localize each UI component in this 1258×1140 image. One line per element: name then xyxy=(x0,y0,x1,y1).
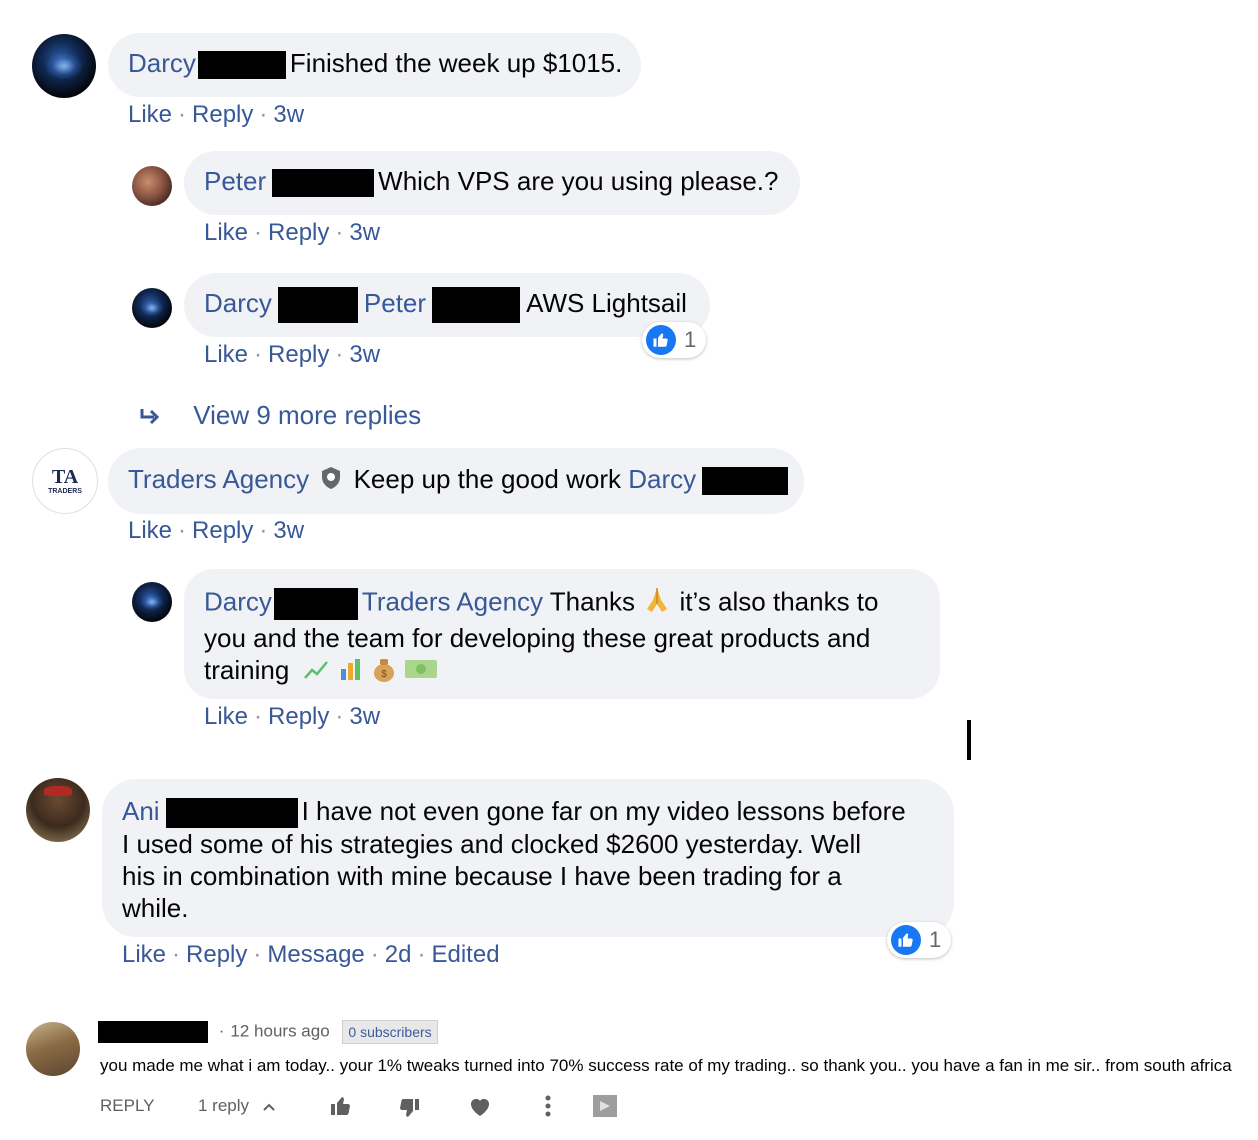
redacted-name xyxy=(197,51,286,80)
comment-author[interactable]: Peter xyxy=(204,166,266,196)
comment-text: I have not even gone far on my video les… xyxy=(301,796,906,826)
comment-actions: Like · Reply · Message · 2d · Edited xyxy=(122,941,500,968)
redacted-name xyxy=(432,287,521,324)
comment-bubble: Traders Agency Keep up the good work Dar… xyxy=(108,448,804,514)
comment-author[interactable]: Traders Agency xyxy=(128,464,309,494)
timestamp[interactable]: 3w xyxy=(349,219,380,246)
timestamp[interactable]: 3w xyxy=(349,703,380,730)
mention-link[interactable]: Darcy xyxy=(628,464,696,494)
comment-text: Keep up the good work xyxy=(353,464,622,494)
replies-toggle[interactable]: 1 reply xyxy=(198,1096,276,1117)
redacted-name xyxy=(98,1021,208,1043)
reply-link[interactable]: Reply xyxy=(268,703,329,730)
comment-text: training xyxy=(204,655,290,685)
avatar[interactable] xyxy=(132,288,172,328)
comment-author[interactable]: Darcy xyxy=(204,586,272,616)
redacted-name xyxy=(165,798,298,829)
thumbs-up-icon xyxy=(646,325,676,355)
reaction-count[interactable]: 1 xyxy=(887,922,951,958)
comment-bubble: Darcy Traders Agency Thanks it’s also tha… xyxy=(184,569,940,699)
reply-link[interactable]: Reply xyxy=(192,101,253,128)
text-cursor xyxy=(967,720,971,760)
like-link[interactable]: Like xyxy=(204,703,248,730)
reply-link[interactable]: Reply xyxy=(268,219,329,246)
reply-link[interactable]: Reply xyxy=(268,341,329,368)
chart-increasing-icon xyxy=(303,656,331,689)
more-vert-icon[interactable] xyxy=(544,1094,552,1123)
mention-link[interactable]: Traders Agency xyxy=(362,586,543,616)
comment-text: Which VPS are you using please.? xyxy=(378,166,779,196)
bar-chart-icon xyxy=(338,656,364,689)
thumbs-down-icon[interactable] xyxy=(396,1096,422,1125)
comment-text: Thanks xyxy=(549,586,636,617)
avatar[interactable] xyxy=(32,34,96,98)
edited-label[interactable]: Edited xyxy=(431,941,499,968)
comment-author[interactable]: Darcy xyxy=(204,288,272,318)
reaction-count[interactable]: 1 xyxy=(642,322,706,358)
comment-text: while. xyxy=(122,893,189,924)
comment-text: you and the team for developing these gr… xyxy=(204,623,871,653)
comment-bubble: Darcy Finished the week up $1015. xyxy=(108,33,641,97)
comment-bubble: Ani I have not even gone far on my video … xyxy=(102,779,954,937)
timestamp[interactable]: 3w xyxy=(273,517,304,544)
comment-text: I used some of his strategies and clocke… xyxy=(122,829,861,860)
timestamp[interactable]: 2d xyxy=(385,941,412,968)
video-thumbnail-icon[interactable] xyxy=(592,1094,618,1123)
yt-comment-text: you made me what i am today.. your 1% tw… xyxy=(100,1056,1232,1075)
comment-author[interactable]: Darcy xyxy=(128,48,196,78)
avatar[interactable] xyxy=(132,582,172,622)
reply-link[interactable]: Reply xyxy=(186,941,247,968)
like-link[interactable]: Like xyxy=(128,101,172,128)
comment-actions: Like · Reply · 3w xyxy=(204,341,381,368)
comment-actions: Like · Reply · 3w xyxy=(128,517,305,544)
svg-text:TRADERS: TRADERS xyxy=(48,488,82,495)
redacted-name xyxy=(273,587,358,620)
comment-bubble: Darcy Peter AWS Lightsail xyxy=(184,273,710,337)
comment-text: his in combination with mine because I h… xyxy=(122,861,842,892)
view-more-replies[interactable]: View 9 more replies xyxy=(138,400,421,433)
redacted-name xyxy=(272,169,375,198)
avatar[interactable] xyxy=(26,1022,80,1076)
comment-text: Finished the week up $1015. xyxy=(289,48,623,78)
like-link[interactable]: Like xyxy=(204,219,248,246)
reply-arrow-icon xyxy=(138,402,168,433)
heart-icon[interactable] xyxy=(468,1096,492,1123)
view-more-label[interactable]: View 9 more replies xyxy=(193,400,421,430)
svg-text:TA: TA xyxy=(52,466,79,488)
comment-actions: Like · Reply · 3w xyxy=(204,703,381,730)
comment-bubble: Peter Which VPS are you using please.? xyxy=(184,151,800,215)
like-link[interactable]: Like xyxy=(204,341,248,368)
shield-icon xyxy=(320,465,342,497)
subscriber-badge: 0 subscribers xyxy=(342,1020,438,1044)
comment-actions: Like · Reply · 3w xyxy=(204,219,381,246)
comment-actions: Like · Reply · 3w xyxy=(128,101,305,128)
thumbs-up-icon xyxy=(891,925,921,955)
message-link[interactable]: Message xyxy=(267,941,364,968)
avatar[interactable] xyxy=(26,778,90,842)
dollar-banknote-icon xyxy=(404,656,438,688)
reply-button[interactable]: REPLY xyxy=(100,1096,155,1116)
avatar[interactable]: TA TRADERS xyxy=(32,448,98,514)
comment-author[interactable]: Ani xyxy=(122,796,160,826)
reply-link[interactable]: Reply xyxy=(192,517,253,544)
mention-link[interactable]: Peter xyxy=(364,288,426,318)
redacted-name xyxy=(277,287,358,324)
comment-time[interactable]: 12 hours ago xyxy=(230,1021,329,1040)
timestamp[interactable]: 3w xyxy=(273,101,304,128)
like-link[interactable]: Like xyxy=(122,941,166,968)
chevron-up-icon xyxy=(262,1097,276,1117)
traders-agency-logo-icon: TA TRADERS xyxy=(48,466,82,495)
like-link[interactable]: Like xyxy=(128,517,172,544)
comment-text: it’s also thanks to xyxy=(679,586,879,617)
money-bag-icon: $ xyxy=(371,655,397,690)
praying-hands-icon xyxy=(642,585,672,622)
avatar[interactable] xyxy=(132,166,172,206)
comment-text: AWS Lightsail xyxy=(526,288,687,318)
redacted-name xyxy=(702,467,789,496)
thumbs-up-icon[interactable] xyxy=(328,1094,354,1123)
timestamp[interactable]: 3w xyxy=(349,341,380,368)
yt-comment-header: · 12 hours ago 0 subscribers xyxy=(98,1020,438,1044)
yt-action-bar: REPLY 1 reply xyxy=(100,1094,640,1120)
svg-text:$: $ xyxy=(381,669,387,680)
